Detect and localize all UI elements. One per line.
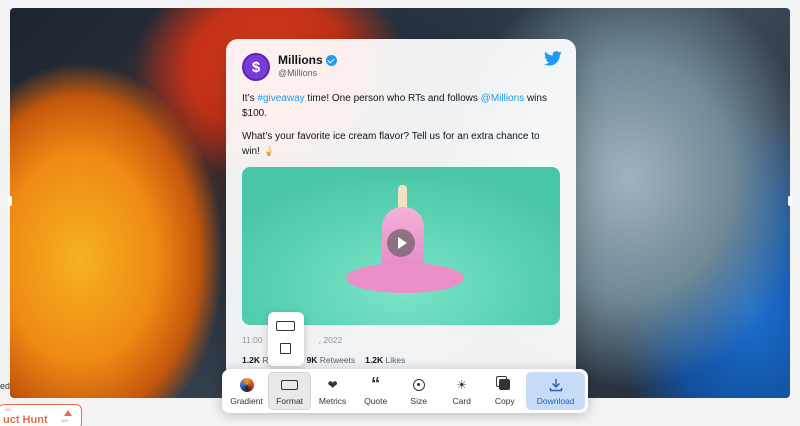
tweet-paragraph-1: It’s #giveaway time! One person who RTs … [242,93,547,119]
author-handle: @Millions [278,68,318,78]
upvote-arrow-icon [64,410,72,416]
metric-replies: 1.2K R [242,355,269,365]
format-rectangle-icon [281,377,299,393]
author-name: Millions [278,53,323,67]
format-wide-rectangle-icon[interactable] [276,321,295,331]
tweet-paragraph-2: What’s your favorite ice cream flavor? T… [242,131,540,157]
format-popover [268,312,304,366]
left-resize-handle[interactable] [8,196,12,206]
card-button[interactable]: ☀ Card [440,372,483,410]
copy-button[interactable]: Copy [483,372,526,410]
download-icon [549,377,563,393]
copy-icon [499,377,511,393]
sun-icon: ☀ [456,377,468,392]
editor-toolbar: Gradient Format ❤ Metrics “ Quote Size ☀… [222,369,588,413]
format-square-icon[interactable] [280,343,291,354]
avatar: $ [242,53,270,81]
metrics-button[interactable]: ❤ Metrics [311,372,354,410]
metric-likes: 1.2K Likes [365,355,406,365]
melted-puddle [346,263,464,293]
quote-button[interactable]: “ Quote [354,372,397,410]
product-hunt-badge[interactable]: ON uct Hunt 109 [0,404,82,426]
hashtag-link[interactable]: #giveaway [257,93,304,104]
verified-badge-icon [325,55,337,66]
heart-icon: ❤ [327,377,338,392]
gradient-swatch-icon [239,377,254,393]
tweet-text: It’s #giveaway time! One person who RTs … [242,91,560,159]
side-label: ed [0,381,11,391]
tweet-video[interactable] [242,167,560,325]
size-circle-icon [412,377,425,393]
mention-link[interactable]: @Millions [481,93,525,104]
page: $ Millions @Millions It’s #giveaway time… [0,0,800,426]
size-button[interactable]: Size [397,372,440,410]
quote-icon: “ [371,374,381,394]
tweet-header: $ Millions @Millions [242,53,560,81]
format-button[interactable]: Format [268,372,312,410]
download-button[interactable]: Download [526,372,585,410]
twitter-bird-icon [544,51,562,66]
right-resize-handle[interactable] [788,196,792,206]
author-name-row: Millions [278,54,337,67]
tweet-author: Millions @Millions [278,54,337,80]
metric-retweets: 9K Retweets [306,355,356,365]
gradient-button[interactable]: Gradient [225,372,268,410]
play-icon[interactable] [387,229,415,257]
